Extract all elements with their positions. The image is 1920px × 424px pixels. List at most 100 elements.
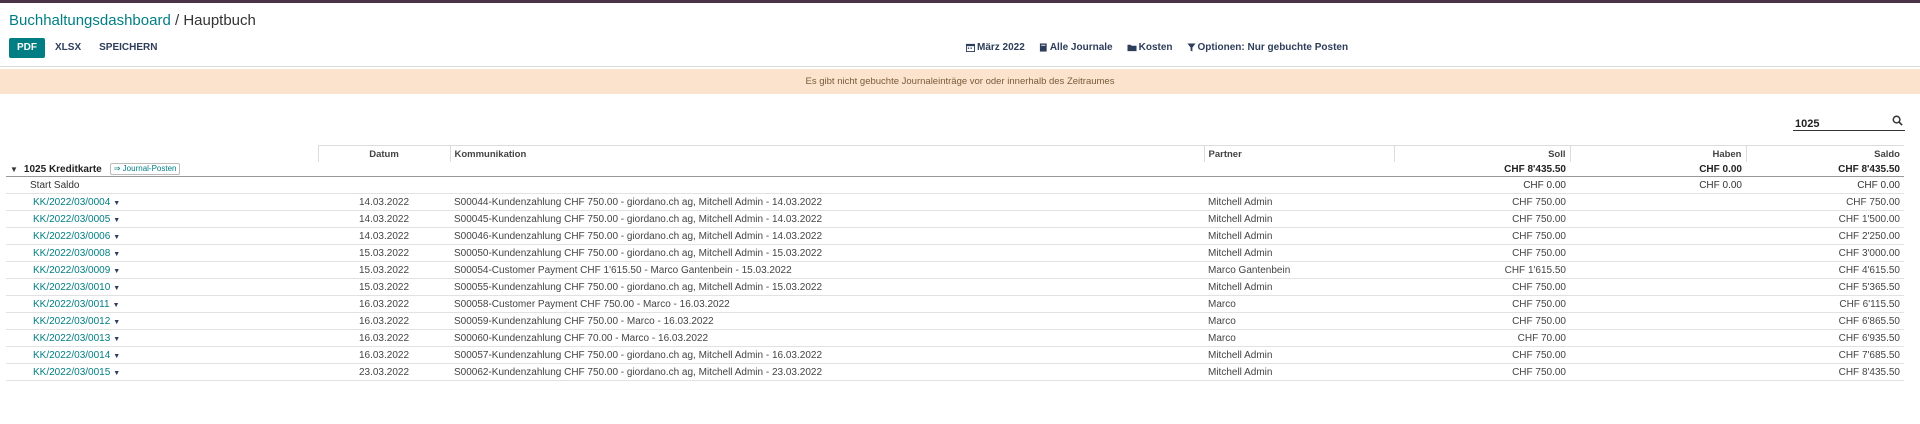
caret-down-icon[interactable]: ▼ <box>113 302 120 309</box>
entry-debit: CHF 1'615.50 <box>1394 261 1570 279</box>
table-row[interactable]: KK/2022/03/0011 ▼ 16.03.2022 S00058-Custome… <box>6 295 1904 313</box>
start-balance-row: Start Saldo CHF 0.00 CHF 0.00 CHF 0.00 <box>6 176 1904 194</box>
header-debit[interactable]: Soll <box>1393 145 1570 162</box>
entry-communication: S00059-Kundenzahlung CHF 750.00 - Marco … <box>450 312 1204 330</box>
caret-down-icon[interactable]: ▼ <box>113 251 120 258</box>
table-header-row: Datum Kommunikation Partner Soll Haben S… <box>6 145 1904 163</box>
xlsx-button[interactable]: XLSX <box>47 38 89 58</box>
entry-debit: CHF 750.00 <box>1394 227 1570 245</box>
entry-communication: S00046-Kundenzahlung CHF 750.00 - giorda… <box>450 227 1204 245</box>
filter-icon <box>1186 43 1196 52</box>
action-buttons: PDF XLSX SPEICHERN <box>9 38 165 58</box>
header-partner[interactable]: Partner <box>1203 145 1394 162</box>
entry-debit: CHF 750.00 <box>1394 278 1570 296</box>
caret-down-icon[interactable]: ▼ <box>113 370 120 377</box>
entry-reference[interactable]: KK/2022/03/0011 ▼ <box>6 295 318 313</box>
entry-partner: Marco <box>1204 329 1394 347</box>
entry-reference-label[interactable]: KK/2022/03/0015 <box>33 367 110 378</box>
header-communication[interactable]: Kommunikation <box>449 145 1204 162</box>
save-button[interactable]: SPEICHERN <box>91 38 165 58</box>
entry-reference-label[interactable]: KK/2022/03/0008 <box>33 248 110 259</box>
entry-balance: CHF 6'865.50 <box>1746 312 1904 330</box>
breadcrumb-dashboard-link[interactable]: Buchhaltungsdashboard <box>9 12 171 29</box>
entry-communication: S00060-Kundenzahlung CHF 70.00 - Marco -… <box>450 329 1204 347</box>
entry-reference-label[interactable]: KK/2022/03/0004 <box>33 197 110 208</box>
table-row[interactable]: KK/2022/03/0010 ▼ 15.03.2022 S00055-Kundenz… <box>6 278 1904 296</box>
entry-date: 15.03.2022 <box>318 244 450 262</box>
entry-reference-label[interactable]: KK/2022/03/0011 <box>33 299 110 310</box>
start-debit: CHF 0.00 <box>1394 176 1570 194</box>
breadcrumb: Buchhaltungsdashboard / Hauptbuch <box>9 12 256 29</box>
options-filter[interactable]: Optionen: Nur gebuchte Posten <box>1186 42 1349 53</box>
account-group-cell: ▼ 1025 Kreditkarte ⇒ Journal-Posten <box>6 162 318 177</box>
entry-credit <box>1570 295 1746 313</box>
collapse-caret-icon[interactable]: ▼ <box>10 165 18 174</box>
search-icon[interactable] <box>1892 115 1903 126</box>
table-row[interactable]: KK/2022/03/0008 ▼ 15.03.2022 S00050-Kundenz… <box>6 244 1904 262</box>
start-credit: CHF 0.00 <box>1570 176 1746 194</box>
table-row[interactable]: KK/2022/03/0009 ▼ 15.03.2022 S00054-Custome… <box>6 261 1904 279</box>
header-divider <box>0 66 1920 67</box>
entry-reference[interactable]: KK/2022/03/0005 ▼ <box>6 210 318 228</box>
entry-reference-label[interactable]: KK/2022/03/0010 <box>33 282 110 293</box>
table-row[interactable]: KK/2022/03/0014 ▼ 16.03.2022 S00057-Kundenz… <box>6 346 1904 364</box>
caret-down-icon[interactable]: ▼ <box>113 200 120 207</box>
journals-filter[interactable]: Alle Journale <box>1039 42 1113 53</box>
caret-down-icon[interactable]: ▼ <box>113 285 120 292</box>
entry-reference-label[interactable]: KK/2022/03/0005 <box>33 214 110 225</box>
entry-reference[interactable]: KK/2022/03/0006 ▼ <box>6 227 318 245</box>
entry-reference-label[interactable]: KK/2022/03/0009 <box>33 265 110 276</box>
table-row[interactable]: KK/2022/03/0005 ▼ 14.03.2022 S00045-Kundenz… <box>6 210 1904 228</box>
entry-communication: S00050-Kundenzahlung CHF 750.00 - giorda… <box>450 244 1204 262</box>
table-row[interactable]: KK/2022/03/0004 ▼ 14.03.2022 S00044-Kundenz… <box>6 193 1904 211</box>
entry-reference[interactable]: KK/2022/03/0009 ▼ <box>6 261 318 279</box>
entry-credit <box>1570 244 1746 262</box>
entry-communication: S00058-Customer Payment CHF 750.00 - Mar… <box>450 295 1204 313</box>
entry-communication: S00062-Kundenzahlung CHF 750.00 - giorda… <box>450 363 1204 381</box>
pdf-button[interactable]: PDF <box>9 38 45 58</box>
header-balance[interactable]: Saldo <box>1745 145 1904 162</box>
start-balance: CHF 0.00 <box>1746 176 1904 194</box>
header-account <box>6 146 318 163</box>
caret-down-icon[interactable]: ▼ <box>113 336 120 343</box>
entry-reference[interactable]: KK/2022/03/0004 ▼ <box>6 193 318 211</box>
entry-debit: CHF 750.00 <box>1394 244 1570 262</box>
entry-balance: CHF 6'115.50 <box>1746 295 1904 313</box>
entry-partner: Mitchell Admin <box>1204 363 1394 381</box>
caret-down-icon[interactable]: ▼ <box>113 217 120 224</box>
entry-balance: CHF 1'500.00 <box>1746 210 1904 228</box>
costs-filter[interactable]: Kosten <box>1127 42 1173 53</box>
table-row[interactable]: KK/2022/03/0012 ▼ 16.03.2022 S00059-Kundenz… <box>6 312 1904 330</box>
entry-reference-label[interactable]: KK/2022/03/0014 <box>33 350 110 361</box>
entry-reference[interactable]: KK/2022/03/0008 ▼ <box>6 244 318 262</box>
table-row[interactable]: KK/2022/03/0015 ▼ 23.03.2022 S00062-Kundenz… <box>6 363 1904 381</box>
journal-items-button[interactable]: ⇒ Journal-Posten <box>109 163 181 175</box>
table-row[interactable]: KK/2022/03/0013 ▼ 16.03.2022 S00060-Kundenz… <box>6 329 1904 347</box>
entry-credit <box>1570 261 1746 279</box>
caret-down-icon[interactable]: ▼ <box>113 319 120 326</box>
period-filter[interactable]: März 2022 <box>966 42 1025 53</box>
header-date[interactable]: Datum <box>317 145 450 162</box>
caret-down-icon[interactable]: ▼ <box>113 234 120 241</box>
entry-reference[interactable]: KK/2022/03/0015 ▼ <box>6 363 318 381</box>
entry-reference[interactable]: KK/2022/03/0014 ▼ <box>6 346 318 364</box>
entry-reference-label[interactable]: KK/2022/03/0013 <box>33 333 110 344</box>
table-row[interactable]: KK/2022/03/0006 ▼ 14.03.2022 S00046-Kundenz… <box>6 227 1904 245</box>
caret-down-icon[interactable]: ▼ <box>113 353 120 360</box>
entry-reference-label[interactable]: KK/2022/03/0006 <box>33 231 110 242</box>
folder-icon <box>1127 44 1137 52</box>
entry-reference-label[interactable]: KK/2022/03/0012 <box>33 316 110 327</box>
account-group-row[interactable]: ▼ 1025 Kreditkarte ⇒ Journal-Posten CHF … <box>6 162 1904 177</box>
entry-reference[interactable]: KK/2022/03/0012 ▼ <box>6 312 318 330</box>
entry-partner: Mitchell Admin <box>1204 278 1394 296</box>
entry-date: 16.03.2022 <box>318 329 450 347</box>
entry-reference[interactable]: KK/2022/03/0013 ▼ <box>6 329 318 347</box>
entry-credit <box>1570 278 1746 296</box>
options-filter-label: Optionen: Nur gebuchte Posten <box>1197 42 1349 53</box>
entry-communication: S00044-Kundenzahlung CHF 750.00 - giorda… <box>450 193 1204 211</box>
entry-reference[interactable]: KK/2022/03/0010 ▼ <box>6 278 318 296</box>
search-input[interactable] <box>1793 116 1885 132</box>
caret-down-icon[interactable]: ▼ <box>113 268 120 275</box>
header-credit[interactable]: Haben <box>1569 145 1746 162</box>
entry-credit <box>1570 346 1746 364</box>
